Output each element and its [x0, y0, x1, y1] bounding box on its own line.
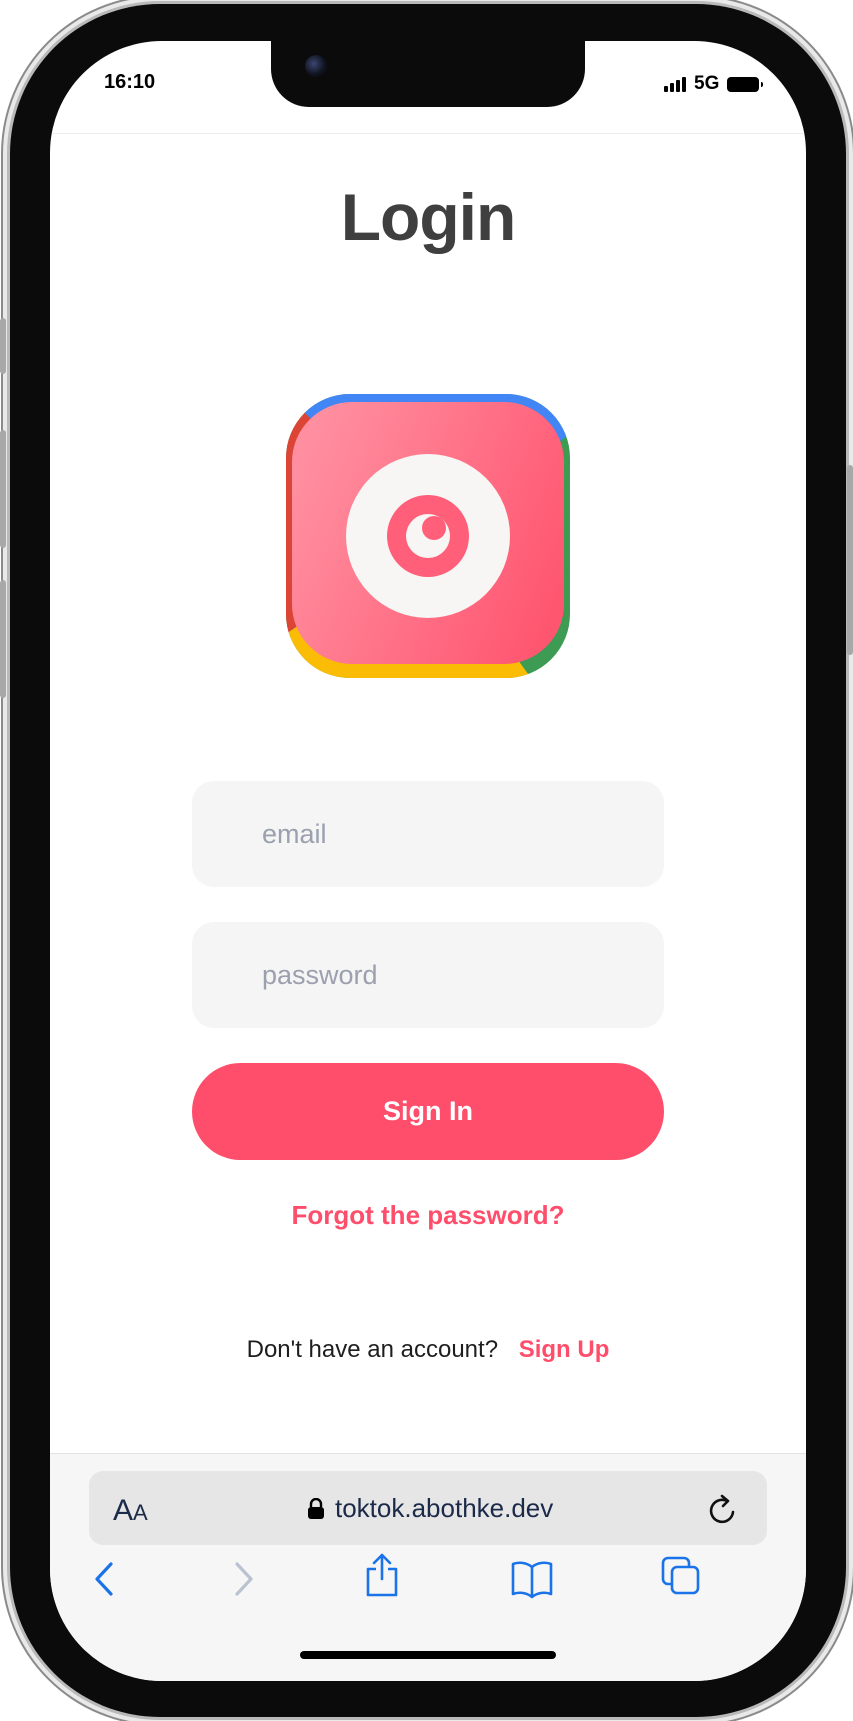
text-size-label-big: A — [113, 1494, 134, 1527]
chevron-right-icon[interactable] — [228, 1559, 258, 1599]
signup-prompt: Don't have an account? — [246, 1336, 499, 1363]
eye-camera-logo-icon — [286, 394, 570, 678]
reload-icon[interactable] — [707, 1493, 739, 1527]
lock-icon — [308, 1498, 324, 1519]
phone-screen: 16:10 5G Login Sign In Forgot — [50, 41, 806, 1681]
power-button — [847, 465, 853, 655]
password-input[interactable] — [192, 922, 664, 1028]
battery-icon — [727, 76, 764, 92]
home-indicator — [300, 1651, 556, 1659]
address-bar[interactable]: AA toktok.abothke.dev — [89, 1471, 767, 1545]
front-camera — [305, 55, 327, 77]
email-input[interactable] — [192, 781, 664, 887]
forgot-password-link[interactable]: Forgot the password? — [50, 1200, 806, 1231]
status-indicators: 5G — [664, 73, 764, 95]
sign-in-button[interactable]: Sign In — [192, 1063, 664, 1160]
safari-toolbar: AA toktok.abothke.dev — [50, 1453, 806, 1681]
page-title: Login — [340, 180, 517, 254]
mute-switch — [0, 318, 6, 374]
status-time: 16:10 — [104, 71, 156, 93]
sign-up-link[interactable]: Sign Up — [519, 1336, 610, 1363]
volume-down-button — [0, 580, 6, 698]
url-text: toktok.abothke.dev — [335, 1493, 554, 1523]
notch — [271, 41, 585, 107]
text-size-button[interactable]: AA — [113, 1494, 148, 1528]
text-size-label-small: A — [133, 1500, 148, 1525]
header-divider — [50, 133, 806, 134]
signup-row: Don't have an account? Sign Up — [50, 1336, 806, 1364]
book-icon[interactable] — [510, 1559, 554, 1599]
volume-up-button — [0, 430, 6, 548]
tabs-icon[interactable] — [660, 1555, 702, 1597]
browser-nav — [50, 1553, 806, 1619]
share-icon[interactable] — [364, 1551, 400, 1599]
network-label: 5G — [694, 73, 720, 94]
signal-icon — [664, 76, 686, 92]
chevron-left-icon[interactable] — [90, 1559, 120, 1599]
